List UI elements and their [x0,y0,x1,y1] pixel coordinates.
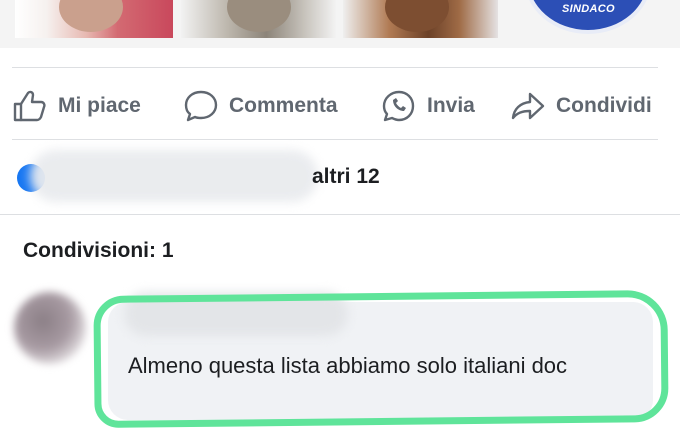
like-icon [12,89,48,123]
candidate-photo[interactable] [181,0,336,38]
send-whatsapp-button[interactable]: Invia [381,86,475,126]
photo-subject [385,0,449,32]
comment-button[interactable]: Commenta [183,86,338,126]
highlight-annotation [93,289,669,429]
share-label: Condividi [556,94,652,117]
whatsapp-icon [381,89,417,123]
send-label: Invia [427,94,475,117]
like-label: Mi piace [58,94,141,117]
divider [12,139,658,140]
shares-count[interactable]: Condivisioni: 1 [23,239,174,263]
share-button[interactable]: Condividi [510,86,652,126]
avatar[interactable] [14,292,86,364]
comment-label: Commenta [229,94,338,117]
like-button[interactable]: Mi piace [12,86,141,126]
photo-subject [59,0,123,32]
divider [0,214,680,215]
photo-subject [227,0,291,32]
candidate-photo[interactable] [343,0,498,38]
share-icon [510,89,546,123]
candidate-photo[interactable] [15,0,173,38]
reaction-others-count[interactable]: altri 12 [312,165,380,189]
reaction-names-redacted [30,150,318,202]
comment-icon [183,89,219,123]
divider [12,67,658,68]
party-logo-text: SINDACO [562,3,615,15]
post-image-strip[interactable]: SINDACO [0,0,680,50]
